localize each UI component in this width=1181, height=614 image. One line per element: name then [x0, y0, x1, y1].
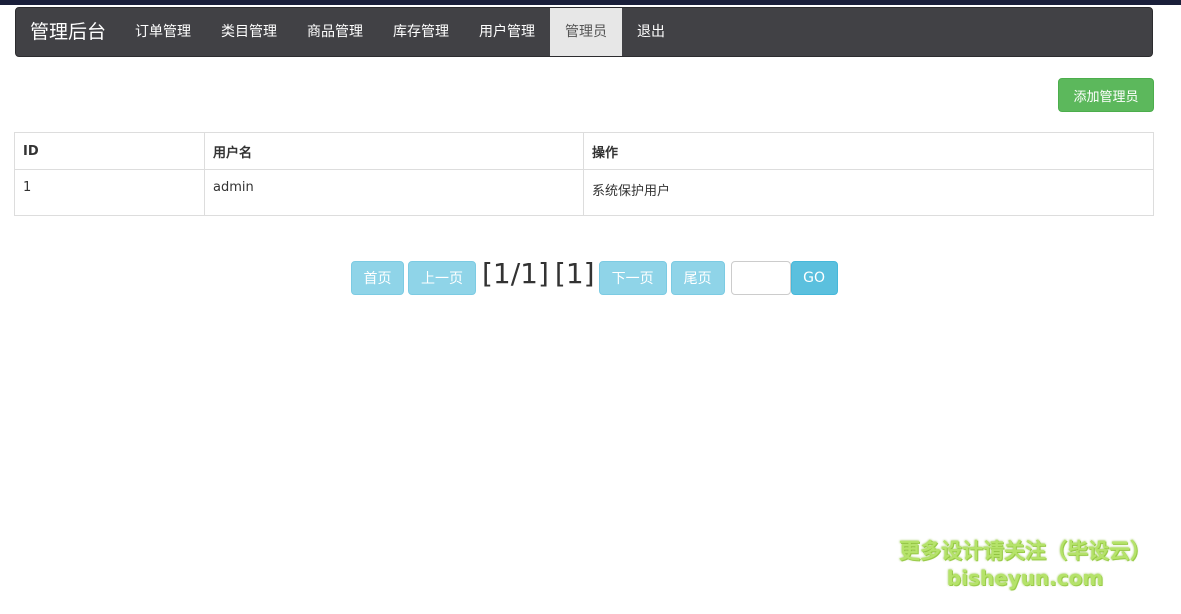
page-info: [1/1] [482, 257, 549, 290]
nav-item-users[interactable]: 用户管理 [464, 8, 550, 56]
add-admin-button[interactable]: 添加管理员 [1058, 78, 1154, 112]
watermark-line2: bisheyun.com [946, 566, 1104, 590]
admin-table: ID 用户名 操作 1 admin 系统保护用户 [14, 132, 1154, 216]
nav-item-products[interactable]: 商品管理 [292, 8, 378, 56]
pagination: 首页 上一页 [1/1] [1] 下一页 尾页 GO [351, 257, 838, 298]
nav-item-inventory[interactable]: 库存管理 [378, 8, 464, 56]
page-number-input[interactable] [730, 261, 791, 295]
column-header-username: 用户名 [204, 132, 584, 170]
column-header-id: ID [14, 132, 205, 170]
next-page-button[interactable]: 下一页 [598, 261, 667, 295]
watermark-line1: 更多设计请关注（毕设云） [899, 539, 1151, 563]
table-row: 1 admin 系统保护用户 [14, 169, 1154, 216]
last-page-button[interactable]: 尾页 [670, 261, 725, 295]
first-page-button[interactable]: 首页 [351, 261, 404, 295]
nav-item-logout[interactable]: 退出 [622, 8, 680, 56]
brand-title[interactable]: 管理后台 [16, 8, 120, 56]
go-button[interactable]: GO [790, 261, 838, 295]
nav-item-admins[interactable]: 管理员 [550, 8, 623, 56]
watermark: 更多设计请关注（毕设云） bisheyun.com [895, 536, 1155, 590]
current-page: [1] [554, 257, 595, 290]
table-header-row: ID 用户名 操作 [14, 132, 1154, 170]
cell-id: 1 [14, 169, 205, 216]
prev-page-button[interactable]: 上一页 [408, 261, 476, 295]
top-navbar: 管理后台 订单管理 类目管理 商品管理 库存管理 用户管理 管理员 退出 [15, 7, 1153, 57]
cell-operation: 系统保护用户 [583, 169, 1154, 216]
nav-item-categories[interactable]: 类目管理 [206, 8, 292, 56]
column-header-operation: 操作 [583, 132, 1154, 170]
cell-username: admin [204, 169, 584, 216]
top-accent-bar [0, 0, 1181, 5]
nav-item-orders[interactable]: 订单管理 [120, 8, 206, 56]
